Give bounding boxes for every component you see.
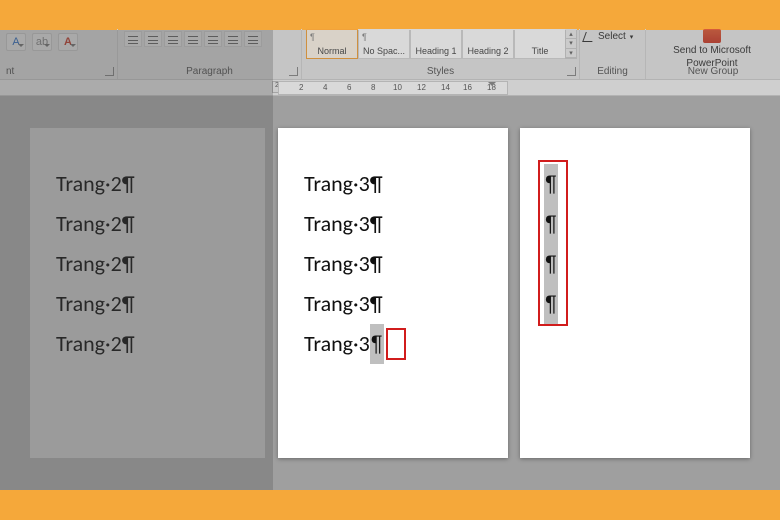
style-gallery: ¶Normal ¶No Spac... Heading 1 Heading 2 … bbox=[306, 29, 566, 61]
ruler-tick: 6 bbox=[347, 83, 351, 92]
style-item-nospacing[interactable]: ¶No Spac... bbox=[358, 29, 410, 59]
style-item-heading1[interactable]: Heading 1 bbox=[410, 29, 462, 59]
text-line[interactable]: Trang·3¶ bbox=[304, 284, 384, 324]
text-line[interactable]: Trang·2¶ bbox=[56, 164, 135, 204]
text-line[interactable]: ¶ bbox=[544, 164, 558, 204]
style-gallery-scroll[interactable]: ▴▾▾ bbox=[565, 29, 577, 59]
text-line[interactable]: ¶ bbox=[544, 244, 558, 284]
increase-indent-button[interactable] bbox=[204, 31, 222, 47]
powerpoint-icon bbox=[703, 29, 721, 43]
select-label: Select bbox=[598, 31, 626, 42]
page-3-content[interactable]: Trang·3¶ Trang·3¶ Trang·3¶ Trang·3¶ Tran… bbox=[304, 164, 384, 364]
font-group-label: nt bbox=[0, 66, 117, 77]
ribbon-group-editing: Select▾ Editing bbox=[580, 29, 646, 79]
paragraph-group-label: Paragraph bbox=[118, 66, 301, 77]
selected-pilcrow[interactable]: ¶ bbox=[544, 284, 558, 324]
text-line[interactable]: Trang·2¶ bbox=[56, 204, 135, 244]
ribbon: A ab A nt Paragraph ¶Normal ¶ bbox=[0, 30, 780, 80]
sort-button[interactable] bbox=[224, 31, 242, 47]
ruler-tick: 4 bbox=[323, 83, 327, 92]
ruler-tick: 10 bbox=[393, 83, 402, 92]
multilevel-button[interactable] bbox=[164, 31, 182, 47]
text-line[interactable]: Trang·2¶ bbox=[56, 284, 135, 324]
selected-pilcrow[interactable]: ¶ bbox=[544, 204, 558, 244]
style-item-normal[interactable]: ¶Normal bbox=[306, 29, 358, 59]
ribbon-group-paragraph: Paragraph bbox=[118, 29, 302, 79]
text-line[interactable]: Trang·3¶ bbox=[304, 324, 384, 364]
page-2-content[interactable]: Trang·2¶ Trang·2¶ Trang·2¶ Trang·2¶ Tran… bbox=[56, 164, 135, 364]
numbering-button[interactable] bbox=[144, 31, 162, 47]
style-item-title[interactable]: Title bbox=[514, 29, 566, 59]
style-label: No Spac... bbox=[363, 46, 405, 56]
style-label: Title bbox=[532, 46, 549, 56]
style-item-heading2[interactable]: Heading 2 bbox=[462, 29, 514, 59]
highlight-button[interactable]: ab bbox=[32, 33, 52, 51]
text-line[interactable]: Trang·3¶ bbox=[304, 204, 384, 244]
text-line[interactable]: Trang·2¶ bbox=[56, 244, 135, 284]
page-4-content[interactable]: ¶ ¶ ¶ ¶ bbox=[544, 164, 558, 324]
ruler-tick: 14 bbox=[441, 83, 450, 92]
show-marks-button[interactable] bbox=[244, 31, 262, 47]
text-line[interactable]: Trang·3¶ bbox=[304, 164, 384, 204]
text-line[interactable]: Trang·2¶ bbox=[56, 324, 135, 364]
ruler-tick: 8 bbox=[371, 83, 375, 92]
text-line[interactable]: Trang·3¶ bbox=[304, 244, 384, 284]
send-to-powerpoint-button[interactable]: Send to Microsoft PowerPoint bbox=[652, 29, 772, 70]
ribbon-group-font: A ab A nt bbox=[0, 29, 118, 79]
ribbon-group-newgroup: Send to Microsoft PowerPoint New Group bbox=[646, 29, 780, 79]
ribbon-group-styles: ¶Normal ¶No Spac... Heading 1 Heading 2 … bbox=[302, 29, 580, 79]
cursor-icon bbox=[582, 32, 596, 42]
style-label: Heading 1 bbox=[415, 46, 456, 56]
ruler-tick: 2 bbox=[299, 83, 303, 92]
selected-pilcrow[interactable]: ¶ bbox=[370, 324, 384, 364]
ruler-scale: 2 4 6 8 10 12 14 16 18 bbox=[278, 81, 508, 95]
text-line[interactable]: ¶ bbox=[544, 204, 558, 244]
selected-pilcrow[interactable]: ¶ bbox=[544, 244, 558, 284]
bullets-button[interactable] bbox=[124, 31, 142, 47]
font-dialog-launcher[interactable] bbox=[105, 67, 114, 76]
select-button[interactable]: Select▾ bbox=[584, 29, 633, 44]
text-effects-button[interactable]: A bbox=[6, 33, 26, 51]
styles-group-label: Styles bbox=[302, 66, 579, 77]
newgroup-label: New Group bbox=[646, 66, 780, 77]
word-app-frame: A ab A nt Paragraph ¶Normal ¶ bbox=[0, 30, 780, 490]
paragraph-dialog-launcher[interactable] bbox=[289, 67, 298, 76]
highlight-box bbox=[386, 328, 406, 360]
editing-group-label: Editing bbox=[580, 66, 645, 77]
style-label: Heading 2 bbox=[467, 46, 508, 56]
page-3[interactable]: Trang·3¶ Trang·3¶ Trang·3¶ Trang·3¶ Tran… bbox=[278, 128, 508, 458]
horizontal-ruler[interactable]: 2 2 4 6 8 10 12 14 16 18 bbox=[0, 80, 780, 96]
style-label: Normal bbox=[317, 46, 346, 56]
document-canvas[interactable]: Trang·2¶ Trang·2¶ Trang·2¶ Trang·2¶ Tran… bbox=[0, 96, 780, 490]
page-4[interactable]: ¶ ¶ ¶ ¶ bbox=[520, 128, 750, 458]
ruler-indent-marker[interactable] bbox=[488, 82, 496, 90]
text-line[interactable]: ¶ bbox=[544, 284, 558, 324]
styles-dialog-launcher[interactable] bbox=[567, 67, 576, 76]
ruler-tick: 16 bbox=[463, 83, 472, 92]
page-2[interactable]: Trang·2¶ Trang·2¶ Trang·2¶ Trang·2¶ Tran… bbox=[30, 128, 265, 458]
text-run[interactable]: Trang·3 bbox=[304, 330, 370, 357]
font-color-button[interactable]: A bbox=[58, 33, 78, 51]
selected-pilcrow[interactable]: ¶ bbox=[544, 164, 558, 204]
ruler-tick: 12 bbox=[417, 83, 426, 92]
decrease-indent-button[interactable] bbox=[184, 31, 202, 47]
